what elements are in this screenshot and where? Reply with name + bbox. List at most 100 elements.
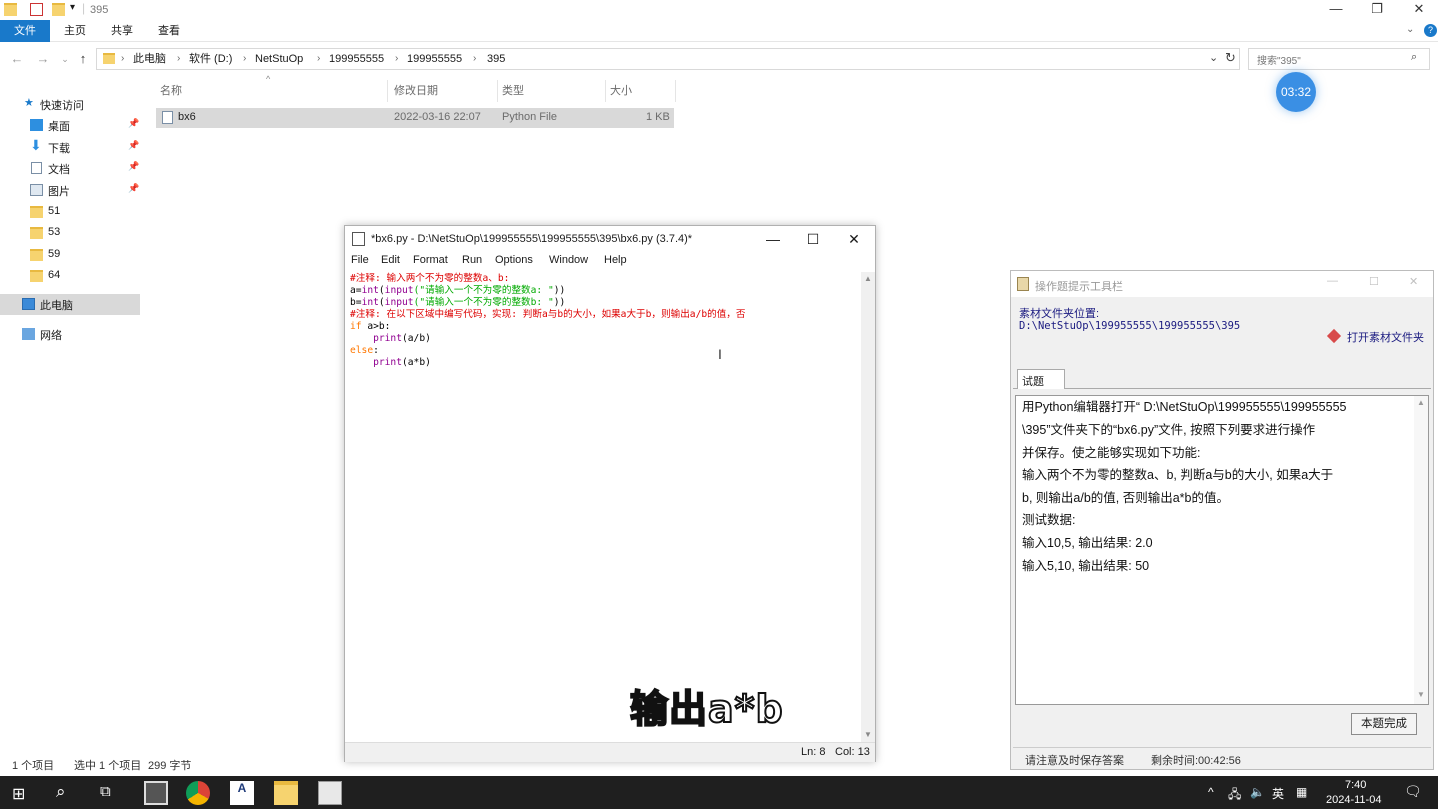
tab-question[interactable]: 试题 bbox=[1017, 369, 1065, 389]
maximize-button[interactable]: ❐ bbox=[1354, 0, 1400, 20]
up-arrow-icon[interactable]: ↑ bbox=[74, 50, 92, 68]
volume-icon[interactable]: 🔈 bbox=[1250, 785, 1265, 799]
breadcrumb-drive[interactable]: 软件 (D:) bbox=[189, 49, 232, 69]
show-hidden-icons[interactable]: ^ bbox=[1208, 785, 1214, 799]
breadcrumb-this-pc[interactable]: 此电脑 bbox=[133, 49, 166, 69]
code-text: )) bbox=[553, 297, 566, 308]
maximize-button[interactable]: ☐ bbox=[1369, 275, 1379, 288]
open-folder-label: 打开素材文件夹 bbox=[1347, 332, 1424, 344]
menu-help[interactable]: Help bbox=[604, 254, 627, 266]
table-row[interactable]: bx6 2022-03-16 22:07 Python File 1 KB bbox=[156, 108, 674, 128]
search-input[interactable]: 搜索"395" ⌕ bbox=[1248, 48, 1430, 70]
timer-bubble[interactable]: 03:32 bbox=[1276, 72, 1316, 112]
tab-home[interactable]: 主页 bbox=[50, 20, 100, 42]
ribbon-expand-icon[interactable]: ⌄ bbox=[1406, 24, 1414, 35]
breadcrumb-folder-1[interactable]: 199955555 bbox=[329, 49, 384, 69]
minimize-button[interactable]: — bbox=[753, 228, 793, 250]
code-comment: #注释: 在以下区域中编写代码，实现: 判断a与b的大小，如果a大于b，则输出a… bbox=[350, 309, 746, 320]
code-line-1: #注释: 输入两个不为零的整数a、b: bbox=[350, 273, 509, 285]
scroll-down-icon[interactable]: ▼ bbox=[1417, 690, 1425, 699]
sidebar-item-folder-64[interactable]: 64 bbox=[0, 266, 140, 287]
breadcrumb-folder-395[interactable]: 395 bbox=[487, 49, 505, 69]
menu-edit[interactable]: Edit bbox=[381, 254, 400, 266]
close-button[interactable]: ✕ bbox=[1409, 275, 1418, 288]
pin-icon[interactable]: 📌 bbox=[128, 140, 139, 151]
menu-run[interactable]: Run bbox=[462, 254, 482, 266]
clock-time[interactable]: 7:40 bbox=[1345, 779, 1366, 791]
open-material-folder-link[interactable]: 打开素材文件夹 bbox=[1326, 328, 1424, 345]
code-builtin: int bbox=[361, 285, 379, 296]
close-button[interactable]: ✕ bbox=[1396, 0, 1438, 20]
minimize-button[interactable]: — bbox=[1327, 275, 1338, 287]
clock-date[interactable]: 2024-11-04 bbox=[1326, 794, 1381, 806]
input-method-indicator[interactable]: 英 bbox=[1272, 785, 1284, 802]
address-bar[interactable]: › 此电脑 › 软件 (D:) › NetStuOp › 199955555 ›… bbox=[96, 48, 1240, 70]
explorer-status-bar: 1 个项目 选中 1 个项目 299 字节 bbox=[0, 754, 340, 774]
exam-app-icon[interactable]: A bbox=[230, 781, 254, 805]
question-line: b, 则输出a/b的值, 否则输出a*b的值。 bbox=[1022, 491, 1229, 505]
pin-icon[interactable]: 📌 bbox=[128, 118, 139, 129]
finish-question-button[interactable]: 本题完成 bbox=[1351, 713, 1417, 735]
sidebar-item-quick-access[interactable]: ★ 快速访问 bbox=[0, 94, 140, 115]
calculator-icon[interactable] bbox=[144, 781, 168, 805]
pin-icon[interactable]: 📌 bbox=[128, 161, 139, 172]
column-type[interactable]: 类型 bbox=[498, 80, 606, 102]
search-icon[interactable]: ⌕ bbox=[56, 782, 66, 802]
network-tray-icon[interactable]: 🖧 bbox=[1228, 785, 1241, 806]
sidebar-item-pictures[interactable]: 图片 📌 bbox=[0, 180, 140, 201]
tab-share[interactable]: 共享 bbox=[97, 20, 147, 42]
scroll-up-icon[interactable]: ▲ bbox=[864, 274, 872, 283]
file-explorer-icon[interactable] bbox=[274, 781, 298, 805]
sidebar-item-documents[interactable]: 文档 📌 bbox=[0, 158, 140, 179]
scroll-up-icon[interactable]: ▲ bbox=[1417, 398, 1425, 407]
back-arrow-icon[interactable]: ← bbox=[8, 50, 26, 68]
sidebar-item-folder-53[interactable]: 53 bbox=[0, 223, 140, 244]
menu-file[interactable]: File bbox=[351, 254, 369, 266]
idle-menubar: File Edit Format Run Options Window Help bbox=[345, 253, 875, 271]
quick-access-dropdown-icon[interactable]: ▾ bbox=[70, 2, 75, 13]
menu-format[interactable]: Format bbox=[413, 254, 448, 266]
scroll-down-icon[interactable]: ▼ bbox=[864, 730, 872, 739]
sidebar-item-network[interactable]: 网络 bbox=[0, 324, 140, 345]
sidebar-item-folder-59[interactable]: 59 bbox=[0, 245, 140, 266]
column-date[interactable]: 修改日期 bbox=[390, 80, 498, 102]
refresh-icon[interactable]: ↻ bbox=[1225, 50, 1236, 66]
windows-start-icon[interactable]: ⊞ bbox=[12, 784, 25, 804]
file-date: 2022-03-16 22:07 bbox=[394, 111, 481, 123]
code-keyword: else bbox=[350, 345, 374, 356]
recent-dropdown-icon[interactable]: ⌄ bbox=[56, 50, 74, 68]
sidebar-item-desktop[interactable]: 桌面 📌 bbox=[0, 115, 140, 136]
breadcrumb-netstuop[interactable]: NetStuOp bbox=[255, 49, 303, 69]
vertical-scrollbar[interactable]: ▲ ▼ bbox=[861, 272, 875, 742]
minimize-button[interactable]: — bbox=[1313, 0, 1359, 20]
notification-icon[interactable]: 🗨 bbox=[1404, 783, 1422, 800]
help-icon[interactable]: ? bbox=[1424, 24, 1437, 37]
code-editor[interactable]: #注释: 输入两个不为零的整数a、b: a=int(input("请输入一个不为… bbox=[347, 272, 859, 742]
sidebar-item-folder-51[interactable]: 51 bbox=[0, 202, 140, 223]
task-view-icon[interactable]: ⧉ bbox=[100, 783, 111, 800]
maximize-button[interactable]: ☐ bbox=[793, 228, 833, 250]
menu-options[interactable]: Options bbox=[495, 254, 533, 266]
sidebar-item-this-pc[interactable]: 此电脑 bbox=[0, 294, 140, 315]
keyboard-layout-icon[interactable]: ▦ bbox=[1296, 785, 1307, 799]
tab-file[interactable]: 文件 bbox=[0, 20, 50, 42]
tab-view[interactable]: 查看 bbox=[144, 20, 194, 42]
column-name[interactable]: 名称 bbox=[156, 80, 388, 102]
sidebar-item-downloads[interactable]: ⬇ 下载 📌 bbox=[0, 137, 140, 158]
column-size[interactable]: 大小 bbox=[606, 80, 676, 102]
code-text: (a*b) bbox=[402, 357, 431, 368]
new-folder-icon[interactable] bbox=[52, 3, 65, 16]
pin-icon[interactable]: 📌 bbox=[128, 183, 139, 194]
properties-icon[interactable] bbox=[30, 3, 43, 16]
menu-window[interactable]: Window bbox=[549, 254, 588, 266]
breadcrumb-folder-2[interactable]: 199955555 bbox=[407, 49, 462, 69]
close-button[interactable]: ✕ bbox=[834, 228, 874, 250]
question-text-box[interactable]: 用Python编辑器打开“ D:\NetStuOp\199955555\1999… bbox=[1015, 395, 1429, 705]
exam-tool-window: 操作题提示工具栏 — ☐ ✕ 素材文件夹位置: D:\NetStuOp\1999… bbox=[1010, 270, 1434, 770]
chrome-icon[interactable] bbox=[186, 781, 210, 805]
address-dropdown-icon[interactable]: ⌄ bbox=[1209, 51, 1218, 64]
vertical-scrollbar[interactable]: ▲ ▼ bbox=[1414, 396, 1428, 704]
idle-taskbar-icon[interactable] bbox=[318, 781, 342, 805]
forward-arrow-icon[interactable]: → bbox=[34, 50, 52, 68]
window-title: 395 bbox=[90, 4, 109, 16]
